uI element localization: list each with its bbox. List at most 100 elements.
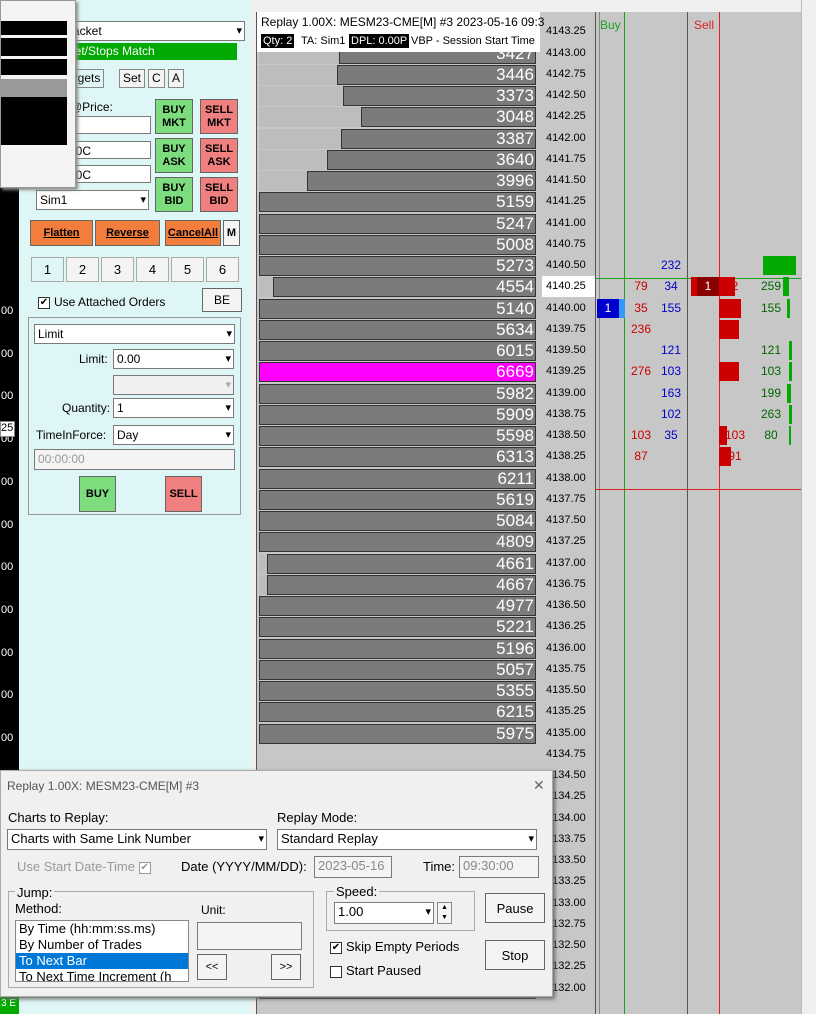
start-paused-checkbox[interactable]: Start Paused — [330, 963, 421, 978]
use-attached-orders-checkbox[interactable]: ✔ Use Attached Orders — [38, 295, 165, 309]
price-cell[interactable]: 4140.75 — [542, 234, 595, 255]
left-strip-label: 00 — [1, 732, 14, 744]
price-cell[interactable]: 4142.00 — [542, 128, 595, 149]
buy-market-button[interactable]: BUY MKT — [155, 99, 193, 134]
price-cell[interactable]: 4139.75 — [542, 319, 595, 340]
qty-button-1[interactable]: 1 — [31, 257, 64, 282]
price-cell[interactable]: 4140.25 — [542, 276, 595, 298]
replay-mode-dropdown[interactable]: Standard Replay — [277, 829, 537, 850]
list-item[interactable]: By Number of Trades — [16, 937, 188, 953]
price-cell[interactable]: 4139.25 — [542, 361, 595, 382]
sell-button[interactable]: SELL — [165, 476, 202, 512]
price-cell[interactable]: 4139.50 — [542, 340, 595, 361]
stop-dropdown[interactable] — [113, 375, 234, 395]
working-buy-order[interactable]: 1 — [597, 298, 619, 318]
price-cell[interactable]: 4138.50 — [542, 425, 595, 446]
price-cell[interactable]: 4137.75 — [542, 489, 595, 510]
bid-size: 103 — [660, 364, 682, 379]
flatten-button[interactable]: Flatten — [30, 220, 93, 246]
bid-size: 35 — [664, 428, 678, 442]
left-strip-label: 00 — [1, 646, 14, 659]
price-cell[interactable]: 4136.50 — [542, 595, 595, 616]
order-type-dropdown[interactable]: Limit — [34, 324, 235, 344]
tab-set[interactable]: Set — [119, 69, 146, 88]
price-cell[interactable]: 4136.00 — [542, 638, 595, 659]
qty-button-3[interactable]: 3 — [101, 257, 134, 282]
method-list[interactable]: By Time (hh:mm:ss.ms) By Number of Trade… — [15, 920, 189, 982]
cancel-all-button[interactable]: CancelAll — [165, 220, 221, 246]
left-strip-box: 25 — [0, 421, 15, 437]
tif-dropdown[interactable]: Day — [113, 425, 234, 445]
sell-bid-button[interactable]: SELL BID — [200, 177, 238, 212]
quantity-input[interactable]: 1 — [113, 398, 234, 418]
pause-button[interactable]: Pause — [485, 893, 545, 923]
limit-input[interactable]: 0.00 — [113, 349, 234, 369]
price-cell[interactable]: 4139.00 — [542, 383, 595, 404]
m-button[interactable]: M — [223, 220, 240, 246]
price-cell[interactable]: 4135.50 — [542, 680, 595, 701]
price-cell[interactable]: 4141.00 — [542, 213, 595, 234]
tab-c[interactable]: C — [148, 69, 165, 88]
price-input[interactable] — [65, 116, 151, 134]
skip-empty-periods-checkbox[interactable]: ✔ Skip Empty Periods — [330, 939, 459, 954]
qty-button-4[interactable]: 4 — [136, 257, 169, 282]
previous-button[interactable]: << — [197, 954, 227, 980]
price-cell[interactable]: 4137.25 — [542, 531, 595, 552]
target-price-input[interactable]: 00C — [65, 141, 151, 159]
close-icon[interactable]: ✕ — [533, 777, 545, 794]
speed-spinner[interactable]: ▲ ▼ — [437, 902, 452, 924]
qty-button-6[interactable]: 6 — [206, 257, 239, 282]
time-input[interactable]: 00:00:00 — [34, 449, 235, 470]
charts-to-replay-dropdown[interactable]: Charts with Same Link Number — [7, 829, 267, 850]
sell-ask-button[interactable]: SELL ASK — [200, 138, 238, 173]
price-cell[interactable]: 4141.50 — [542, 170, 595, 191]
qty-button-2[interactable]: 2 — [66, 257, 99, 282]
price-cell[interactable]: 4141.75 — [542, 149, 595, 170]
buy-bid-button[interactable]: BUY BID — [155, 177, 193, 212]
list-item[interactable]: To Next Bar — [16, 953, 188, 969]
price-cell[interactable]: 4143.25 — [542, 21, 595, 42]
price-cell[interactable]: 4141.25 — [542, 191, 595, 212]
list-item[interactable]: To Next Time Increment (h — [16, 969, 188, 981]
price-cell[interactable]: 4135.00 — [542, 723, 595, 744]
buy-button[interactable]: BUY — [79, 476, 116, 512]
use-start-datetime-checkbox[interactable]: Use Start Date-Time ✔ — [17, 859, 155, 874]
account-dropdown[interactable]: racket — [65, 21, 245, 41]
ask-size: 35 — [634, 300, 648, 315]
price-cell[interactable]: 4135.75 — [542, 659, 595, 680]
price-cell[interactable]: 4138.00 — [542, 468, 595, 489]
price-cell[interactable]: 4142.75 — [542, 64, 595, 85]
dom-right-scroll[interactable] — [801, 0, 816, 1014]
price-cell[interactable]: 4140.50 — [542, 255, 595, 276]
sell-market-button[interactable]: SELL MKT — [200, 99, 238, 134]
list-item[interactable]: By Time (hh:mm:ss.ms) — [16, 921, 188, 937]
price-cell[interactable]: 4136.75 — [542, 574, 595, 595]
next-button[interactable]: >> — [271, 954, 301, 980]
time-input[interactable]: 09:30:00 — [459, 856, 539, 878]
unit-input[interactable] — [197, 922, 302, 950]
price-cell[interactable]: 4134.75 — [542, 744, 595, 765]
price-cell[interactable]: 4138.75 — [542, 404, 595, 425]
price-cell[interactable]: 4138.25 — [542, 446, 595, 467]
price-cell[interactable]: 4137.50 — [542, 510, 595, 531]
stop-price-input[interactable]: 00C — [65, 165, 151, 183]
price-cell[interactable]: 4142.50 — [542, 85, 595, 106]
price-cell[interactable]: 4135.25 — [542, 701, 595, 722]
stop-button[interactable]: Stop — [485, 940, 545, 970]
sim-account-dropdown[interactable]: Sim1 — [36, 190, 149, 210]
reverse-button[interactable]: Reverse — [95, 220, 160, 246]
buy-ask-button[interactable]: BUY ASK — [155, 138, 193, 173]
price-cell[interactable]: 4142.25 — [542, 106, 595, 127]
date-input[interactable]: 2023-05-16 — [314, 856, 392, 878]
size-bar — [719, 319, 739, 339]
be-button[interactable]: BE — [202, 288, 242, 312]
price-cell[interactable]: 4143.00 — [542, 43, 595, 64]
qty-button-5[interactable]: 5 — [171, 257, 204, 282]
price-cell[interactable]: 4136.25 — [542, 616, 595, 637]
price-cell[interactable]: 4140.00 — [542, 298, 595, 319]
method-label: Method: — [15, 901, 62, 916]
speed-input[interactable]: 1.00 — [334, 902, 434, 924]
working-sell-order[interactable]: 1 — [697, 277, 719, 297]
tab-a[interactable]: A — [168, 69, 185, 88]
price-cell[interactable]: 4137.00 — [542, 553, 595, 574]
